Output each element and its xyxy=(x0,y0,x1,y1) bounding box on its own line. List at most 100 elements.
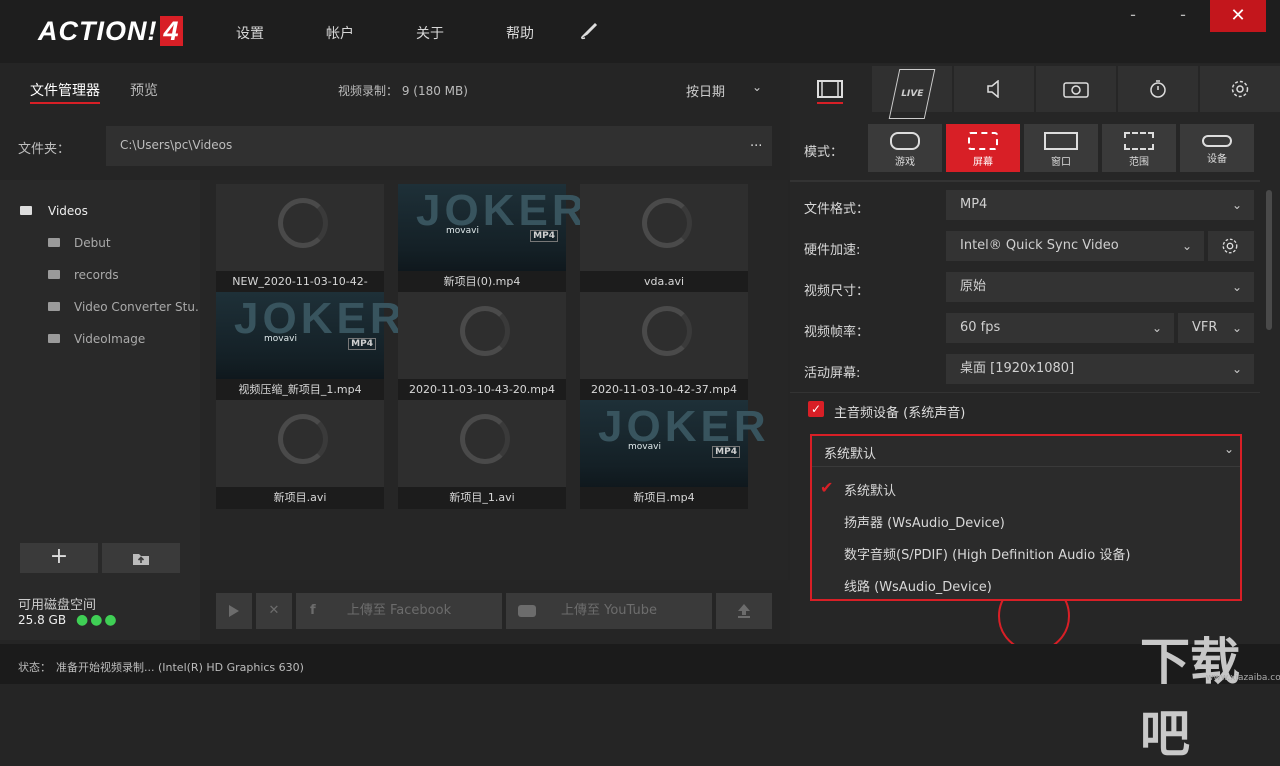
video-thumbnail[interactable]: JOKER movavi MP4 新项目.mp4 xyxy=(580,400,766,509)
audio-device-selected: 系统默认 xyxy=(824,447,877,462)
video-size-label: 视频尺寸： xyxy=(804,284,870,299)
thumbnail-caption: 新项目.avi xyxy=(216,487,384,509)
menu-settings[interactable]: 设置 xyxy=(236,23,264,43)
chevron-down-icon: ⌄ xyxy=(1181,239,1192,253)
active-screen-label: 活动屏幕: xyxy=(804,366,861,381)
video-thumbnail[interactable]: 2020-11-03-10-42-37.mp4 xyxy=(580,292,748,401)
upload-youtube-button[interactable]: 上傳至 YouTube xyxy=(506,593,712,629)
thumbnail-caption: 2020-11-03-10-43-20.mp4 xyxy=(398,379,566,401)
thumbnail-caption: 新项目_1.avi xyxy=(398,487,566,509)
timer-icon xyxy=(1150,80,1166,98)
upload-facebook-button[interactable]: f 上傳至 Facebook xyxy=(296,593,502,629)
thumbnail-caption: NEW_2020-11-03-10-42-37.mp4 xyxy=(216,271,384,310)
thumbnail-caption: 2020-11-03-10-42-37.mp4 xyxy=(580,379,748,401)
video-thumbnail[interactable]: NEW_2020-11-03-10-42-37.mp4 xyxy=(216,184,384,310)
tab-settings[interactable] xyxy=(1200,66,1280,112)
video-thumbnail[interactable]: vda.avi xyxy=(580,184,748,293)
close-icon: ✕ xyxy=(268,603,280,618)
format-select[interactable]: MP4 ⌄ xyxy=(946,190,1254,220)
upload-button[interactable] xyxy=(716,593,772,629)
tab-preview[interactable]: 预览 xyxy=(130,80,158,100)
disk-space-value: 25.8 GB xyxy=(18,613,67,627)
mode-label: 模式： xyxy=(804,145,844,160)
audio-option[interactable]: 系统默认 xyxy=(844,480,896,499)
folder-icon xyxy=(20,206,32,215)
folder-more-button[interactable]: ... xyxy=(750,135,762,150)
tab-file-manager[interactable]: 文件管理器 xyxy=(30,80,100,104)
mode-window-button[interactable]: 窗口 xyxy=(1024,124,1098,172)
delete-button[interactable]: ✕ xyxy=(256,593,292,629)
movavi-watermark: movavi xyxy=(264,334,297,344)
tab-audio[interactable] xyxy=(954,66,1034,112)
tree-item-records[interactable]: records xyxy=(48,268,119,282)
mode-screen-button[interactable]: 屏幕 xyxy=(946,124,1020,172)
menu-about[interactable]: 关于 xyxy=(416,23,444,43)
framerate-label: 视频帧率： xyxy=(804,325,870,340)
disk-space-label: 可用磁盘空间 xyxy=(18,598,97,613)
maximize-button[interactable]: - xyxy=(1160,0,1206,30)
video-thumbnail[interactable]: JOKER movavi MP4 视频压缩_新项目_1.mp4 xyxy=(216,292,402,401)
active-tab-indicator xyxy=(817,102,843,104)
loading-spinner-icon xyxy=(642,198,692,248)
status-text: 准备开始视频录制... (Intel(R) HD Graphics 630) xyxy=(56,661,304,674)
folder-upload-icon xyxy=(133,554,149,565)
thumbnail-art: JOKER xyxy=(234,294,406,343)
mode-region-button[interactable]: 范围 xyxy=(1102,124,1176,172)
video-thumbnail[interactable]: 新项目_1.avi xyxy=(398,400,566,509)
folder-path-bar[interactable]: C:\Users\pc\Videos ... xyxy=(106,126,772,166)
speaker-icon xyxy=(987,79,999,99)
hw-settings-button[interactable] xyxy=(1208,231,1254,261)
tab-live[interactable]: LIVE xyxy=(872,66,952,119)
active-screen-select[interactable]: 桌面 [1920x1080] ⌄ xyxy=(946,354,1254,384)
video-thumbnail[interactable]: JOKER movavi MP4 新项目(0).mp4 xyxy=(398,184,584,293)
brush-icon[interactable] xyxy=(580,22,598,40)
tree-item-video-converter[interactable]: Video Converter Stu... xyxy=(48,300,206,314)
facebook-icon: f xyxy=(310,603,316,618)
upload-icon xyxy=(738,604,750,618)
tree-item-debut[interactable]: Debut xyxy=(48,236,111,250)
youtube-icon xyxy=(518,605,536,617)
thumbnail-caption: 新项目(0).mp4 xyxy=(398,271,566,293)
thumbnail-caption: vda.avi xyxy=(580,271,748,293)
tab-video[interactable] xyxy=(790,66,870,112)
hw-accel-select[interactable]: Intel® Quick Sync Video ⌄ xyxy=(946,231,1204,261)
tree-item-videoimage[interactable]: VideoImage xyxy=(48,332,145,346)
tree-item-videos[interactable]: Videos xyxy=(20,204,88,218)
framerate-mode-select[interactable]: VFR ⌄ xyxy=(1178,313,1254,343)
audio-option[interactable]: 扬声器 (WsAudio_Device) xyxy=(844,512,1005,531)
menu-help[interactable]: 帮助 xyxy=(506,23,534,43)
camera-icon xyxy=(1063,82,1089,98)
mode-game-button[interactable]: 游戏 xyxy=(868,124,942,172)
status-label: 状态： xyxy=(18,661,51,674)
audio-option[interactable]: 数字音频(S/PDIF) (High Definition Audio 设备) xyxy=(844,544,1130,563)
sort-select[interactable]: 按日期 xyxy=(686,81,725,100)
movavi-watermark: movavi xyxy=(446,226,479,236)
folder-icon xyxy=(48,302,60,311)
close-button[interactable]: ✕ xyxy=(1210,0,1266,32)
video-count: 视频录制： 9 (180 MB) xyxy=(338,84,468,98)
play-icon xyxy=(229,605,239,617)
tab-timer[interactable] xyxy=(1118,66,1198,112)
minimize-button[interactable]: - xyxy=(1110,0,1156,30)
mode-device-button[interactable]: 设备 xyxy=(1180,124,1254,172)
add-folder-button[interactable]: + xyxy=(20,543,98,573)
folder-icon xyxy=(48,270,60,279)
import-folder-button[interactable] xyxy=(102,543,180,573)
chevron-down-icon: ⌄ xyxy=(1231,198,1242,212)
menu-account[interactable]: 帐户 xyxy=(326,23,354,43)
tab-screenshot[interactable] xyxy=(1036,66,1116,112)
video-thumbnail[interactable]: 2020-11-03-10-43-20.mp4 xyxy=(398,292,566,401)
mp4-badge: MP4 xyxy=(712,446,740,458)
mp4-badge: MP4 xyxy=(530,230,558,242)
video-size-select[interactable]: 原始 ⌄ xyxy=(946,272,1254,302)
audio-checkbox[interactable]: ✓ xyxy=(808,401,824,417)
video-thumbnail[interactable]: 新项目.avi xyxy=(216,400,384,509)
folder-label: 文件夹： xyxy=(18,142,71,157)
audio-option[interactable]: 线路 (WsAudio_Device) xyxy=(844,576,992,595)
chevron-down-icon: ⌄ xyxy=(1231,321,1242,335)
play-button[interactable] xyxy=(216,593,252,629)
scrollbar[interactable] xyxy=(1266,190,1272,330)
chevron-down-icon[interactable]: ⌄ xyxy=(752,80,762,94)
checkmark-icon: ✔ xyxy=(820,478,834,497)
framerate-select[interactable]: 60 fps ⌄ xyxy=(946,313,1174,343)
